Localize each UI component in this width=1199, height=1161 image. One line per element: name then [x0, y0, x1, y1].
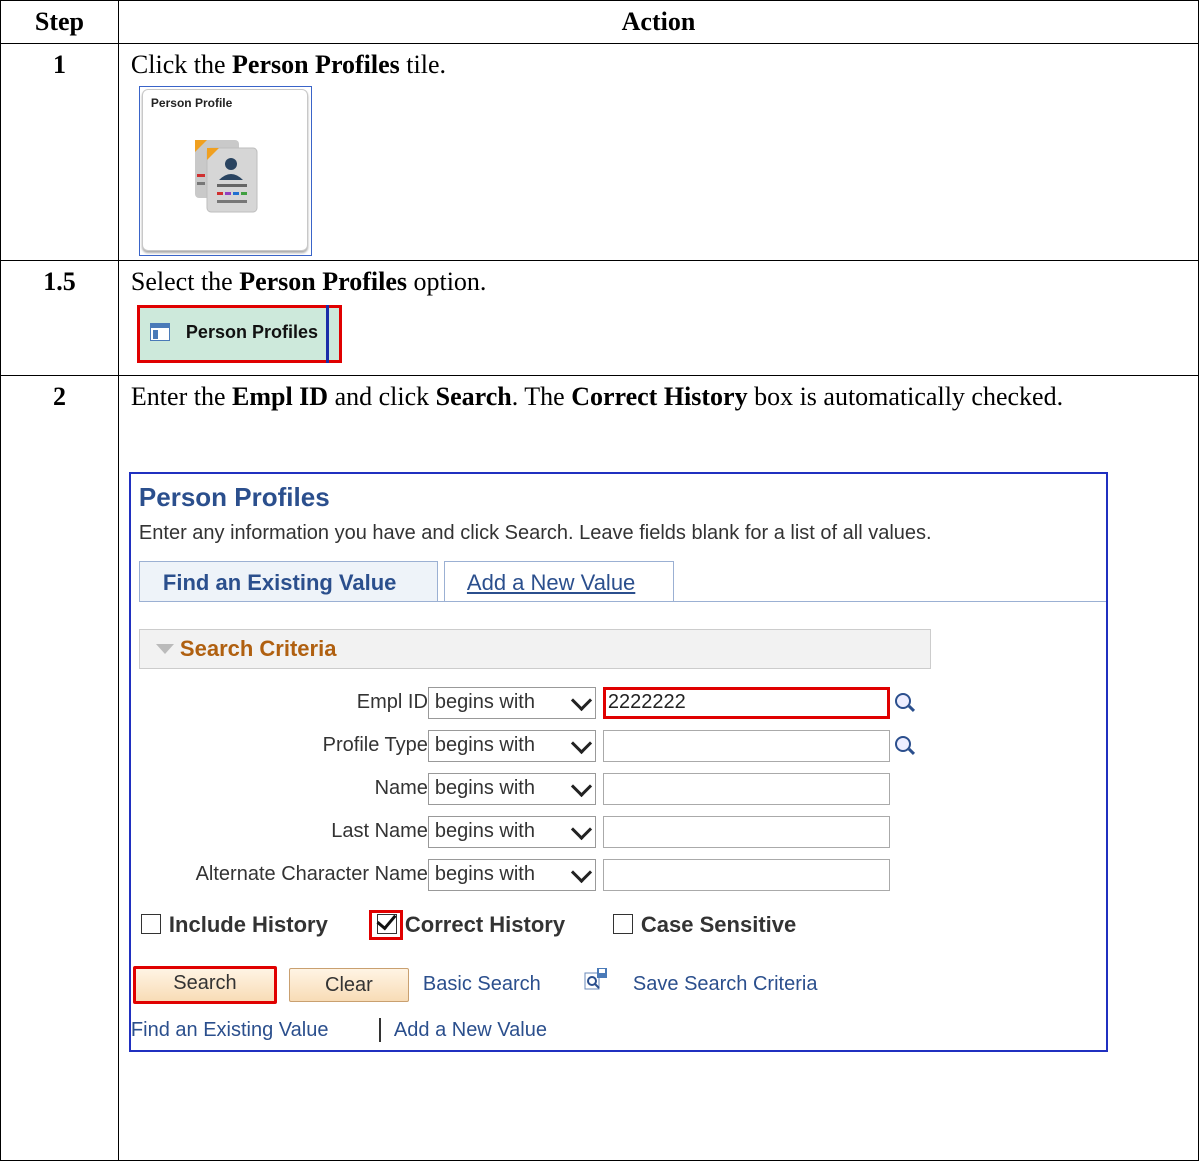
step-number: 1.5	[0, 260, 119, 376]
bottom-find-existing-link[interactable]: Find an Existing Value	[131, 1019, 329, 1042]
name-row: Name begins with	[131, 773, 931, 805]
last-name-row: Last Name begins with	[131, 816, 931, 848]
chevron-down-icon	[570, 689, 593, 712]
case-sensitive-checkbox[interactable]	[612, 914, 633, 934]
correct-history-label: Correct History	[404, 912, 566, 937]
lookup-icon[interactable]	[894, 693, 911, 709]
tab-find-existing[interactable]: Find an Existing Value	[138, 561, 438, 601]
alternate-name-operator[interactable]: begins with	[427, 859, 596, 891]
lookup-icon[interactable]	[894, 736, 911, 752]
empl-id-input[interactable]: 2222222	[602, 687, 890, 719]
field-label: Alternate Character Name	[195, 863, 428, 885]
profile-type-row: Profile Type begins with	[131, 730, 931, 762]
empl-id-row: Empl ID begins with 2222222	[131, 687, 931, 719]
include-history-checkbox[interactable]	[140, 914, 161, 934]
alternate-name-row: Alternate Character Name begins with	[131, 859, 931, 891]
save-search-icon[interactable]	[583, 967, 609, 993]
field-label: Empl ID	[356, 691, 428, 713]
profile-type-operator[interactable]: begins with	[427, 730, 596, 762]
header-step: Step	[0, 0, 119, 44]
save-search-criteria-link[interactable]: Save Search Criteria	[633, 973, 818, 996]
field-label: Last Name	[331, 820, 428, 842]
option-label: Person Profiles	[185, 322, 318, 342]
search-button[interactable]: Search	[132, 966, 277, 1004]
last-name-operator[interactable]: begins with	[427, 816, 596, 848]
correct-history-checkbox[interactable]	[376, 909, 397, 934]
person-profile-tile[interactable]: Person Profile	[138, 86, 312, 256]
last-name-input[interactable]	[602, 816, 890, 848]
clear-button[interactable]: Clear	[288, 968, 409, 1002]
steps-table: Step Action 1 Click the Person Profiles …	[0, 0, 1199, 1161]
empl-id-operator[interactable]: begins with	[427, 687, 596, 719]
page-description: Enter any information you have and click…	[138, 522, 932, 544]
chevron-down-icon	[570, 775, 593, 798]
basic-search-link[interactable]: Basic Search	[423, 973, 541, 996]
name-operator[interactable]: begins with	[427, 773, 596, 805]
include-history-label: Include History	[168, 912, 328, 937]
chevron-down-icon	[570, 818, 593, 841]
name-input[interactable]	[602, 773, 890, 805]
tab-add-new[interactable]: Add a New Value	[443, 561, 674, 601]
collapse-arrow-icon	[155, 644, 174, 654]
alternate-name-input[interactable]	[602, 859, 890, 891]
chevron-down-icon	[570, 732, 593, 755]
search-panel: Person Profiles Enter any information yo…	[128, 472, 1108, 1052]
step-number: 2	[0, 375, 119, 1161]
profile-type-input[interactable]	[602, 730, 890, 762]
instruction: Click the Person Profiles tile.	[130, 50, 446, 79]
person-profile-icon	[194, 140, 258, 213]
field-label: Name	[374, 777, 428, 799]
bottom-add-new-link[interactable]: Add a New Value	[394, 1019, 547, 1042]
case-sensitive-label: Case Sensitive	[640, 912, 797, 937]
header-action: Action	[117, 0, 1199, 44]
chevron-down-icon	[570, 861, 593, 884]
instruction: Enter the Empl ID and click Search. The …	[130, 382, 1064, 411]
field-label: Profile Type	[322, 734, 428, 756]
step-number: 1	[0, 43, 119, 261]
tile-title: Person Profile	[150, 96, 233, 110]
page-icon	[149, 323, 170, 341]
instruction: Select the Person Profiles option.	[130, 267, 487, 296]
search-criteria-header[interactable]: Search Criteria	[138, 629, 931, 669]
page-title: Person Profiles	[138, 482, 330, 512]
person-profiles-option[interactable]: Person Profiles	[136, 305, 342, 363]
